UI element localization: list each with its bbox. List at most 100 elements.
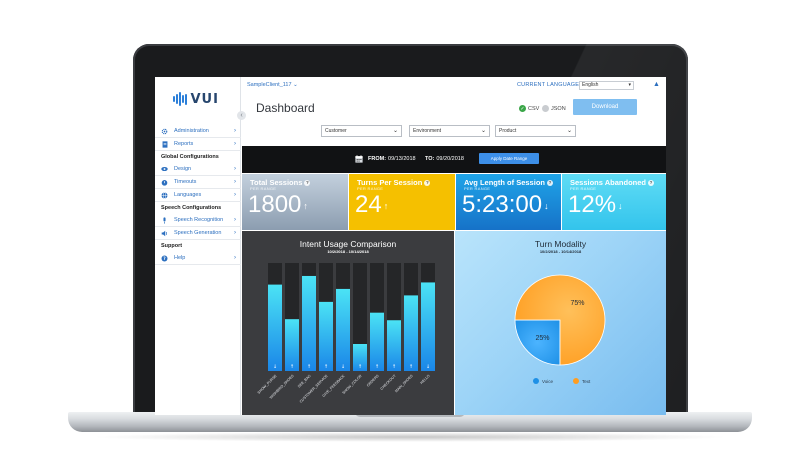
vui-logo[interactable]: VUI: [173, 91, 219, 107]
category-tick-label: HELLO: [420, 374, 431, 385]
kpi-avg-length-of-session: Avg Length of Session? PER RANGE 5:23:00…: [456, 174, 561, 230]
logo-text: VUI: [190, 91, 219, 107]
product-filter[interactable]: Product ⌄: [495, 125, 576, 137]
bar-arrow-label: ↓: [426, 364, 430, 370]
help-icon[interactable]: ?: [546, 180, 553, 186]
current-language-label: CURRENT LANGUAGE: [517, 82, 580, 88]
bar[interactable]: [268, 284, 282, 371]
json-option[interactable]: JSON: [542, 105, 566, 112]
chevron-right-icon: ›: [234, 166, 236, 172]
bar[interactable]: [319, 301, 333, 371]
csv-label: CSV: [528, 105, 540, 112]
client-name: SampleClient_117: [247, 82, 292, 88]
chevron-right-icon: ›: [234, 141, 236, 147]
eye-icon: [161, 166, 168, 173]
language-select[interactable]: English ▾: [579, 81, 634, 90]
chevron-right-icon: ›: [234, 230, 236, 236]
chevron-right-icon: ›: [234, 217, 236, 223]
from-date[interactable]: FROM: 09/13/2018: [368, 156, 416, 162]
legend-swatch: [533, 378, 539, 384]
legend-item-voice[interactable]: Voice: [533, 378, 553, 384]
help-icon[interactable]: ?: [648, 180, 654, 186]
check-icon: ✓: [519, 105, 526, 112]
sidebar-item-speech-recognition[interactable]: Speech Recognition ›: [155, 214, 241, 227]
sidebar-item-label: Speech Generation: [174, 230, 222, 236]
chevron-right-icon: ›: [234, 179, 236, 185]
pie-slice-voice[interactable]: [514, 319, 561, 366]
sidebar-item-label: Reports: [174, 141, 194, 147]
arrow-down-icon: ↓: [618, 201, 623, 211]
sidebar-item-label: Languages: [174, 192, 202, 198]
pie-data-label: 25%: [535, 335, 549, 342]
apply-date-range-button[interactable]: Apply Date Range: [479, 153, 539, 164]
user-menu-icon[interactable]: ▲: [653, 81, 660, 88]
help-icon: ?: [161, 254, 168, 262]
bar[interactable]: [421, 282, 435, 371]
environment-filter-label: Environment: [413, 128, 442, 134]
to-label: TO:: [425, 156, 435, 162]
bar-arrow-label: ↑: [307, 364, 311, 370]
to-value: 09/20/2018: [436, 156, 464, 162]
chevron-right-icon: ›: [234, 255, 236, 261]
help-icon[interactable]: ?: [304, 180, 311, 186]
sidebar-item-administration[interactable]: Administration ›: [155, 125, 241, 138]
date-range-bar: FROM: 09/13/2018 TO: 09/20/2018 Apply Date…: [242, 146, 666, 173]
product-filter-label: Product: [499, 128, 517, 134]
chevron-down-icon: ⌄: [392, 128, 398, 134]
kpi-turns-per-session: Turns Per Session? PER RANGE 24 ↑: [349, 174, 455, 230]
sidebar-item-help[interactable]: ? Help ›: [155, 252, 241, 265]
environment-filter[interactable]: Environment ⌄: [409, 125, 490, 137]
speaker-icon: [161, 230, 168, 237]
calendar-icon[interactable]: [355, 155, 363, 165]
legend-item-text[interactable]: Text: [573, 378, 590, 384]
section-speech-configurations: Speech Configurations: [161, 205, 222, 211]
sidebar-item-languages[interactable]: Languages ›: [155, 189, 241, 202]
sidebar-item-design[interactable]: Design ›: [155, 163, 241, 176]
sidebar-nav: Administration › Reports › Global Config…: [155, 125, 241, 265]
help-icon[interactable]: ?: [424, 180, 431, 186]
collapse-sidebar-button[interactable]: ‹: [237, 111, 246, 120]
customer-filter[interactable]: Customer ⌄: [321, 125, 402, 137]
from-label: FROM:: [368, 156, 387, 162]
chevron-down-icon: ⌄: [480, 128, 486, 134]
client-selector[interactable]: SampleClient_117 ⌄: [247, 82, 298, 88]
app-screen: VUI Administration › Reports › Global Co…: [155, 77, 666, 415]
category-tick-label: CHECKOUT: [380, 373, 398, 391]
sidebar-item-label: Design: [174, 166, 192, 172]
section-global-configurations: Global Configurations: [161, 154, 219, 160]
legend-label: Text: [582, 378, 591, 384]
bar[interactable]: [370, 312, 384, 371]
bar-arrow-label: ↓: [273, 364, 277, 370]
chevron-right-icon: ›: [234, 192, 236, 198]
kpi-value: 1800 ↑: [248, 191, 308, 219]
sidebar-item-reports[interactable]: Reports ›: [155, 138, 241, 151]
download-button[interactable]: Download: [573, 99, 637, 115]
radio-icon: [542, 105, 549, 112]
top-bar: SampleClient_117 ⌄ CURRENT LANGUAGE Engl…: [241, 77, 666, 93]
bar[interactable]: [302, 275, 316, 371]
kpi-value: 24 ↑: [355, 191, 388, 219]
sidebar-item-timeouts[interactable]: Timeouts ›: [155, 176, 241, 189]
bar[interactable]: [404, 295, 418, 371]
stopwatch-icon: [161, 179, 168, 186]
bar[interactable]: [336, 288, 350, 371]
kpi-value-text: 12%: [568, 191, 617, 218]
arrow-up-icon: ↑: [303, 201, 308, 211]
sidebar-item-speech-generation[interactable]: Speech Generation ›: [155, 227, 241, 240]
bar-arrow-label: ↑: [358, 364, 362, 370]
bar-arrow-label: ↑: [324, 364, 328, 370]
to-date[interactable]: TO: 09/20/2018: [425, 156, 464, 162]
category-tick-label: SEE_BAG: [297, 374, 312, 389]
from-value: 09/13/2018: [388, 156, 416, 162]
kpi-sessions-abandoned: Sessions Abandoned? PER RANGE 12% ↓: [562, 174, 666, 230]
sidebar-item-label: Administration: [174, 128, 209, 134]
turn-modality-pie-chart: 25% 75%: [514, 274, 606, 366]
bar-arrow-label: ↑: [409, 364, 413, 370]
intent-usage-panel: Intent Usage Comparison 10/2/2018 - 10/1…: [242, 231, 454, 415]
chevron-down-icon: ⌄: [566, 128, 572, 134]
category-tick-label: MAIN_SHOES: [394, 373, 414, 393]
csv-option[interactable]: ✓ CSV: [519, 105, 539, 112]
sidebar-item-label: Help: [174, 255, 186, 261]
chevron-right-icon: ›: [234, 128, 236, 134]
section-support: Support: [161, 243, 183, 249]
